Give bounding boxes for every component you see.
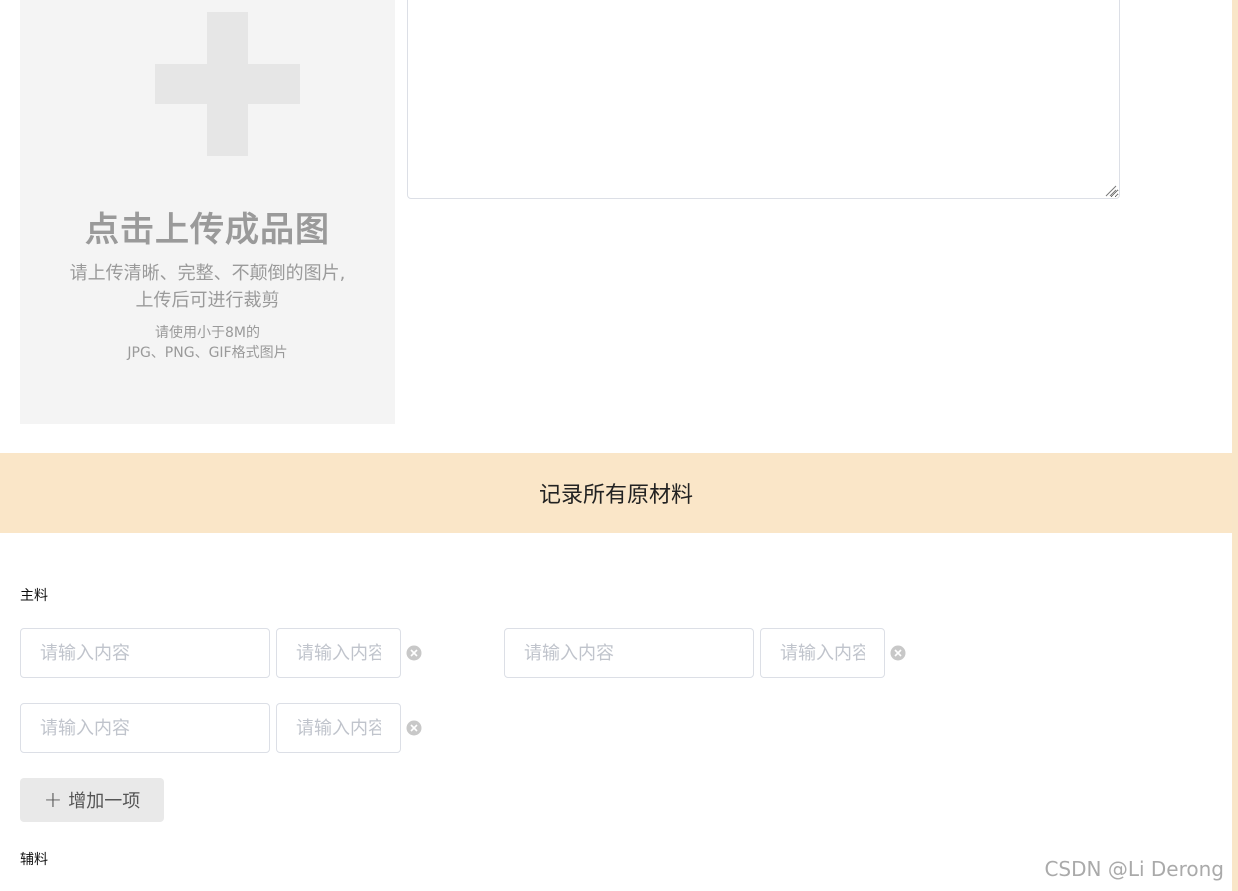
remove-circle-icon[interactable] [406, 645, 422, 661]
upload-spec: 请使用小于8M的 JPG、PNG、GIF格式图片 [20, 323, 395, 363]
ingredient-amount-input[interactable] [760, 628, 885, 678]
remove-circle-icon[interactable] [890, 645, 906, 661]
ingredient-amount-input[interactable] [276, 628, 401, 678]
add-item-button[interactable]: + 增加一项 [20, 778, 164, 822]
right-edge-strip [1232, 0, 1238, 891]
page: 点击上传成品图 请上传清晰、完整、不颠倒的图片, 上传后可进行裁剪 请使用小于8… [0, 0, 1238, 891]
remove-circle-icon[interactable] [406, 720, 422, 736]
upload-hint: 请上传清晰、完整、不颠倒的图片, 上传后可进行裁剪 [20, 260, 395, 314]
watermark: CSDN @Li Derong [1044, 857, 1224, 881]
ingredient-name-input[interactable] [20, 628, 270, 678]
upload-hint-line2: 上传后可进行裁剪 [135, 290, 280, 311]
resize-grip-icon[interactable] [1105, 185, 1117, 197]
description-textarea[interactable] [407, 0, 1120, 199]
banner-title: 记录所有原材料 [538, 483, 693, 508]
upload-hint-line1: 请上传清晰、完整、不颠倒的图片, [69, 263, 346, 284]
upload-image-area[interactable]: 点击上传成品图 请上传清晰、完整、不颠倒的图片, 上传后可进行裁剪 请使用小于8… [20, 0, 395, 424]
section-banner: 记录所有原材料 [0, 453, 1232, 533]
ingredient-name-input[interactable] [20, 703, 270, 753]
main-ingredients-label: 主料 [20, 588, 48, 604]
upload-spec-line2: JPG、PNG、GIF格式图片 [127, 345, 288, 361]
secondary-ingredients-label: 辅料 [20, 852, 48, 868]
plus-icon: + [43, 787, 63, 813]
upload-title: 点击上传成品图 [85, 210, 330, 250]
add-item-label: 增加一项 [68, 791, 141, 812]
ingredient-amount-input[interactable] [276, 703, 401, 753]
ingredient-name-input[interactable] [504, 628, 754, 678]
plus-icon-bar [155, 64, 300, 104]
upload-spec-line1: 请使用小于8M的 [155, 325, 260, 341]
